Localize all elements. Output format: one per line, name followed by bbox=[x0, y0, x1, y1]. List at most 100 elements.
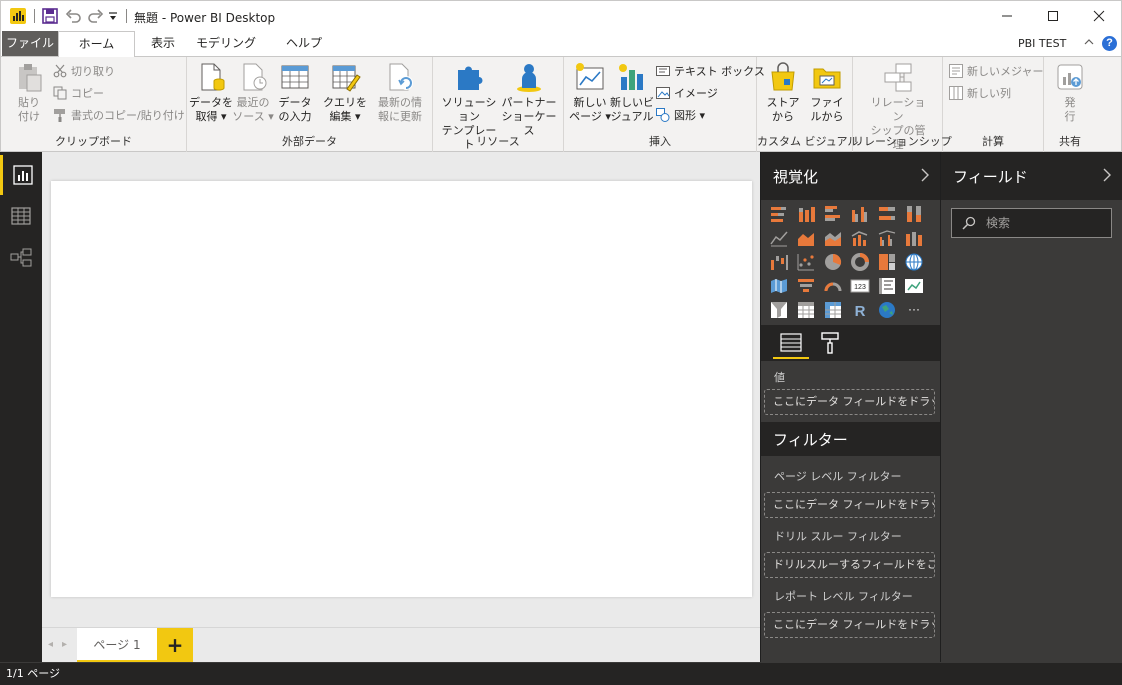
100-stacked-column-chart-icon[interactable] bbox=[904, 204, 924, 224]
next-page-icon[interactable]: ▸ bbox=[62, 639, 72, 651]
page-filter-drop-zone[interactable]: ここにデータ フィールドをドラッグ... bbox=[764, 492, 935, 518]
shapes-button[interactable]: 図形 ▾ bbox=[656, 105, 705, 125]
minimize-button[interactable] bbox=[984, 1, 1030, 31]
funnel-chart-icon[interactable] bbox=[796, 276, 816, 296]
external-data-group: データを 取得 ▾ 最近の ソース ▾ データ の入力 クエリを 編集 ▾ 最新… bbox=[187, 57, 433, 152]
scatter-chart-icon[interactable] bbox=[796, 252, 816, 272]
undo-icon[interactable] bbox=[64, 7, 82, 25]
from-file-button[interactable]: ファイ ルから bbox=[805, 61, 849, 124]
from-file-label: ファイ ルから bbox=[810, 96, 844, 123]
report-filter-label: レポート レベル フィルター bbox=[774, 590, 913, 603]
text-box-button[interactable]: テキスト ボックス bbox=[656, 61, 765, 81]
relationships-view-button[interactable] bbox=[0, 238, 42, 278]
new-column-button[interactable]: 新しい列 bbox=[949, 83, 1011, 103]
cut-button[interactable]: 切り取り bbox=[53, 61, 115, 81]
stacked-bar-chart-icon[interactable] bbox=[769, 204, 789, 224]
new-visual-icon bbox=[616, 61, 648, 93]
tab-modeling[interactable]: モデリング bbox=[191, 31, 261, 56]
account-name[interactable]: PBI TEST bbox=[1018, 37, 1066, 50]
gauge-icon[interactable] bbox=[823, 276, 843, 296]
multi-row-card-icon[interactable] bbox=[877, 276, 897, 296]
edit-queries-button[interactable]: クエリを 編集 ▾ bbox=[323, 61, 367, 124]
new-page-button[interactable]: 新しい ページ ▾ bbox=[568, 61, 612, 124]
status-bar: 1/1 ページ bbox=[0, 662, 1122, 685]
slicer-icon[interactable] bbox=[769, 300, 789, 320]
report-page-canvas[interactable] bbox=[51, 181, 752, 597]
stacked-area-chart-icon[interactable] bbox=[823, 228, 843, 248]
drillthrough-filter-drop-zone[interactable]: ドリルスルーするフィールドをここ... bbox=[764, 552, 935, 578]
pie-chart-icon[interactable] bbox=[823, 252, 843, 272]
format-tab[interactable] bbox=[813, 329, 849, 359]
collapse-visualizations-icon[interactable] bbox=[921, 168, 929, 182]
from-store-label: ストア から bbox=[766, 96, 800, 123]
filled-map-icon[interactable] bbox=[769, 276, 789, 296]
fields-tab[interactable] bbox=[773, 329, 809, 359]
customize-quick-access-icon[interactable] bbox=[107, 7, 119, 25]
text-box-icon bbox=[656, 64, 670, 78]
paste-button[interactable]: 貼り 付け bbox=[7, 61, 51, 124]
tab-help[interactable]: ヘルプ bbox=[277, 31, 331, 56]
svg-text:···: ··· bbox=[908, 302, 920, 316]
format-painter-button[interactable]: 書式のコピー/貼り付け bbox=[53, 105, 185, 125]
redo-icon[interactable] bbox=[87, 7, 105, 25]
get-data-icon bbox=[195, 61, 227, 93]
edit-queries-label: クエリを 編集 ▾ bbox=[323, 96, 367, 123]
fields-search-input[interactable] bbox=[986, 214, 1106, 232]
clustered-bar-chart-icon[interactable] bbox=[823, 204, 843, 224]
new-measure-button[interactable]: 新しいメジャー bbox=[949, 61, 1043, 81]
card-icon[interactable]: 123 bbox=[850, 276, 870, 296]
data-view-button[interactable] bbox=[0, 196, 42, 236]
treemap-icon[interactable] bbox=[877, 252, 897, 272]
100-stacked-bar-chart-icon[interactable] bbox=[877, 204, 897, 224]
recent-sources-button[interactable]: 最近の ソース ▾ bbox=[231, 61, 275, 124]
fields-title: フィールド bbox=[953, 168, 1028, 186]
values-drop-zone[interactable]: ここにデータ フィールドをドラッグし... bbox=[764, 389, 935, 415]
close-button[interactable] bbox=[1076, 1, 1122, 31]
ribbon-chart-icon[interactable] bbox=[904, 228, 924, 248]
clustered-column-chart-icon[interactable] bbox=[850, 204, 870, 224]
tab-file[interactable]: ファイル bbox=[2, 31, 58, 56]
enter-data-button[interactable]: データ の入力 bbox=[273, 61, 317, 124]
line-and-column-chart-icon[interactable] bbox=[850, 228, 870, 248]
donut-chart-icon[interactable] bbox=[850, 252, 870, 272]
table-visual-icon[interactable] bbox=[796, 300, 816, 320]
line-and-clustered-column-chart-icon[interactable] bbox=[877, 228, 897, 248]
area-chart-icon[interactable] bbox=[796, 228, 816, 248]
new-column-label: 新しい列 bbox=[967, 87, 1011, 100]
add-page-button[interactable]: + bbox=[157, 628, 193, 663]
save-icon[interactable] bbox=[41, 7, 59, 25]
report-view-button[interactable] bbox=[0, 155, 42, 195]
refresh-button[interactable]: 最新の情 報に更新 bbox=[375, 61, 425, 124]
new-visual-button[interactable]: 新しいビ ジュアル bbox=[608, 61, 656, 124]
tab-home[interactable]: ホーム bbox=[58, 31, 135, 57]
copy-button[interactable]: コピー bbox=[53, 83, 104, 103]
line-chart-icon[interactable] bbox=[769, 228, 789, 248]
waterfall-chart-icon[interactable] bbox=[769, 252, 789, 272]
refresh-label: 最新の情 報に更新 bbox=[378, 96, 422, 123]
page-tab-1[interactable]: ページ 1 bbox=[77, 628, 157, 663]
r-script-visual-icon[interactable]: R bbox=[850, 300, 870, 320]
matrix-icon[interactable] bbox=[823, 300, 843, 320]
previous-page-icon[interactable]: ◂ bbox=[48, 639, 58, 651]
collapse-ribbon-icon[interactable] bbox=[1084, 38, 1094, 46]
from-store-button[interactable]: ストア から bbox=[761, 61, 805, 124]
tab-view[interactable]: 表示 bbox=[139, 31, 187, 56]
clipboard-group-label: クリップボード bbox=[55, 135, 132, 148]
partner-showcase-button[interactable]: パートナー ショーケース bbox=[501, 61, 557, 138]
fields-search-box[interactable] bbox=[951, 208, 1112, 238]
image-button[interactable]: イメージ bbox=[656, 83, 718, 103]
arcgis-map-icon[interactable] bbox=[877, 300, 897, 320]
report-filter-drop-zone[interactable]: ここにデータ フィールドをドラッグ... bbox=[764, 612, 935, 638]
paste-icon bbox=[13, 61, 45, 93]
power-bi-logo-icon bbox=[10, 8, 26, 24]
help-icon[interactable]: ? bbox=[1102, 36, 1117, 51]
collapse-fields-icon[interactable] bbox=[1103, 168, 1111, 182]
more-visuals-icon[interactable]: ··· bbox=[904, 300, 924, 320]
get-data-button[interactable]: データを 取得 ▾ bbox=[189, 61, 233, 124]
ribbon-tab-bar: ファイル ホーム 表示 モデリング ヘルプ bbox=[0, 31, 1122, 57]
stacked-column-chart-icon[interactable] bbox=[796, 204, 816, 224]
kpi-icon[interactable] bbox=[904, 276, 924, 296]
publish-button[interactable]: 発 行 bbox=[1048, 61, 1092, 124]
map-icon[interactable] bbox=[904, 252, 924, 272]
maximize-button[interactable] bbox=[1030, 1, 1076, 31]
